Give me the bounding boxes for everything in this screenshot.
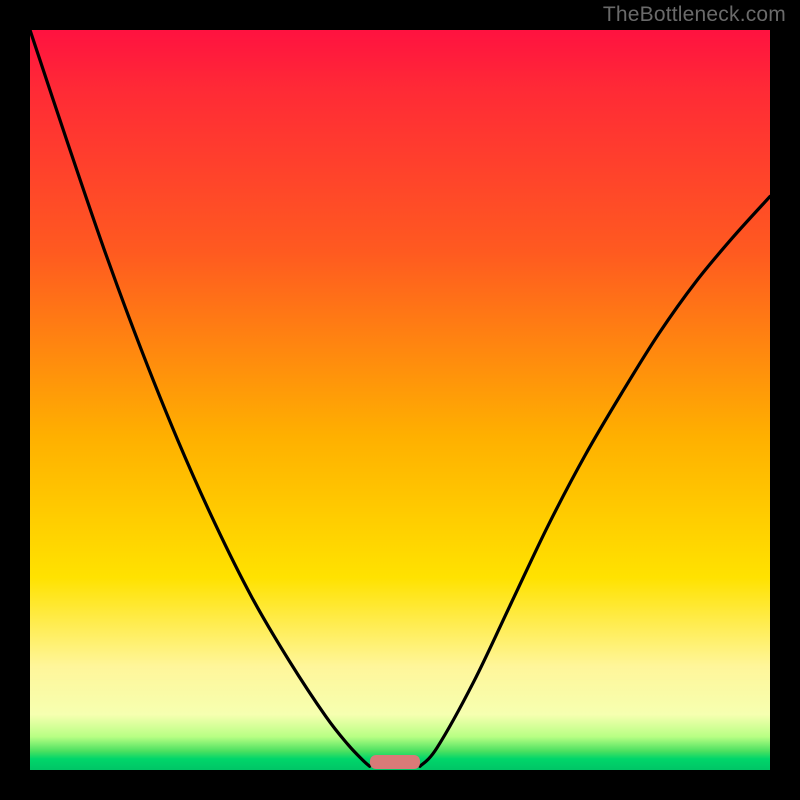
right-curve <box>420 197 770 767</box>
chart-stage: TheBottleneck.com <box>0 0 800 800</box>
bottleneck-stub <box>370 755 420 769</box>
left-curve <box>30 30 370 766</box>
watermark-text: TheBottleneck.com <box>603 3 786 27</box>
curves-svg <box>30 30 770 770</box>
plot-area <box>30 30 770 770</box>
